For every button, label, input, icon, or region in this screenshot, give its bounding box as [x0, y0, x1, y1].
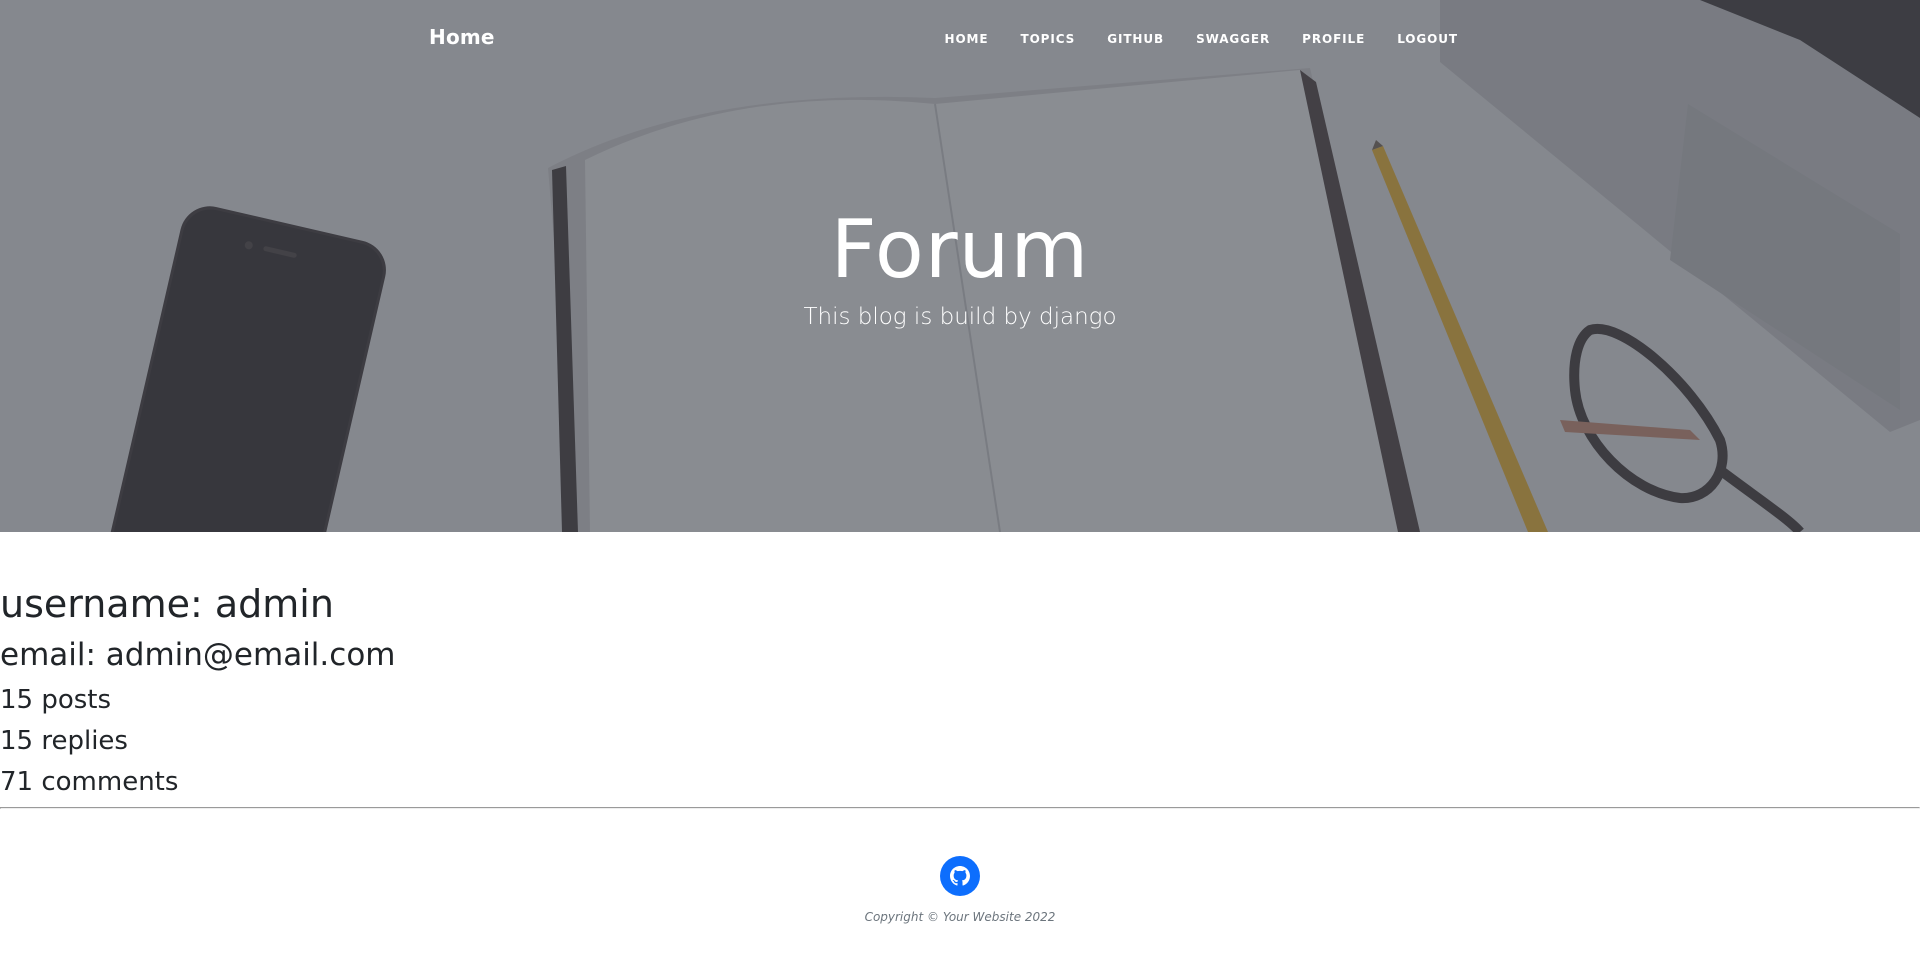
main-navbar: Home HOME TOPICS GITHUB SWAGGER PROFILE …	[0, 0, 1920, 80]
nav-link-github[interactable]: GITHUB	[1091, 32, 1180, 46]
github-link-button[interactable]	[940, 856, 980, 896]
profile-comments-count: 71 comments	[0, 767, 179, 797]
github-icon	[950, 866, 970, 886]
site-heading: Forum This blog is build by django	[0, 198, 1920, 332]
page-title: Forum	[830, 203, 1090, 296]
nav-link-home[interactable]: HOME	[929, 32, 1005, 46]
navbar-brand-home[interactable]: Home	[429, 25, 495, 49]
nav-link-logout[interactable]: LOGOUT	[1381, 32, 1458, 46]
profile-username: username: admin	[0, 582, 334, 626]
footer-divider	[0, 807, 1920, 809]
page-subtitle: This blog is build by django	[803, 304, 1117, 330]
nav-link-topics[interactable]: TOPICS	[1005, 32, 1092, 46]
profile-info: username: admin email: admin@email.com 1…	[0, 578, 395, 803]
profile-replies-count: 15 replies	[0, 726, 128, 756]
nav-link-swagger[interactable]: SWAGGER	[1180, 32, 1286, 46]
masthead: Home HOME TOPICS GITHUB SWAGGER PROFILE …	[0, 0, 1920, 532]
site-footer: Copyright © Your Website 2022	[0, 856, 1920, 924]
profile-posts-count: 15 posts	[0, 685, 112, 715]
copyright-text: Copyright © Your Website 2022	[864, 910, 1056, 924]
nav-links: HOME TOPICS GITHUB SWAGGER PROFILE LOGOU…	[929, 32, 1458, 46]
profile-email: email: admin@email.com	[0, 637, 396, 673]
nav-link-profile[interactable]: PROFILE	[1286, 32, 1381, 46]
